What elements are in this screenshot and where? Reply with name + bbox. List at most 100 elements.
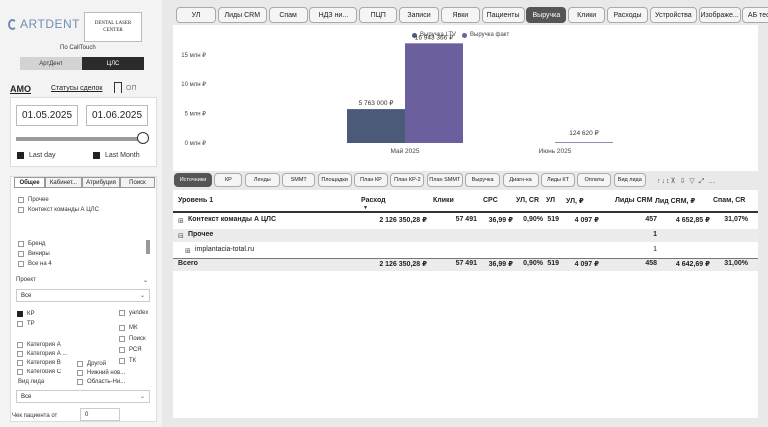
filter-checkbox[interactable] (77, 379, 83, 385)
sub-tab[interactable]: План КР (354, 173, 388, 187)
filter-checkbox[interactable] (77, 361, 83, 367)
sub-tab[interactable]: SMMT (282, 173, 316, 187)
bar-fact[interactable] (405, 43, 463, 143)
bar-fact[interactable] (555, 142, 613, 143)
table-row[interactable] (173, 229, 758, 242)
top-tab[interactable]: Пациенты (481, 7, 525, 23)
top-tab[interactable]: Лиды CRM (217, 7, 267, 23)
y-tick-label: 0 млн ₽ (185, 140, 207, 147)
table-cell: 31,00% (724, 260, 748, 267)
segment-cls[interactable]: ЦЛС (82, 57, 144, 70)
top-tab[interactable]: Расходы (607, 7, 648, 23)
top-tab[interactable]: АБ тесты (742, 7, 768, 23)
top-tab[interactable]: НДЗ ни... (309, 7, 358, 23)
patient-check-input[interactable]: 0 (80, 408, 120, 421)
sub-tab[interactable]: Выручка (465, 173, 501, 187)
filter-checkbox[interactable] (17, 369, 23, 375)
filter-item-label: ТР (27, 321, 35, 327)
chevron-down-icon[interactable]: ⌄ (143, 277, 148, 284)
column-header[interactable]: Спам, CR (713, 197, 745, 204)
legend-ltv-swatch (412, 32, 417, 38)
deal-status-link[interactable]: Статусы сделок (51, 85, 102, 92)
y-tick-label: 5 млн ₽ (185, 111, 207, 118)
bookmark-icon[interactable] (114, 82, 122, 93)
column-header[interactable]: Лид CRM, ₽ (655, 197, 695, 205)
top-tab[interactable]: Устройства (649, 7, 697, 23)
amo-link[interactable]: АМО (10, 84, 31, 94)
column-header[interactable]: УЛ (546, 197, 555, 204)
filter-checkbox[interactable] (18, 197, 24, 203)
legend-fact[interactable]: Выручка факт (470, 32, 509, 38)
sub-tab[interactable]: Площадки (317, 173, 352, 187)
filter-checkbox[interactable] (18, 251, 24, 257)
filter-checkbox[interactable] (18, 241, 24, 247)
lead-type-select[interactable]: Все ⌄ (16, 390, 150, 403)
last-day-checkbox[interactable] (17, 152, 24, 159)
top-tab[interactable]: УЛ (176, 7, 216, 23)
filter-tab-search[interactable]: Поиск (120, 177, 155, 188)
filter-tab-general[interactable]: Общее (14, 177, 45, 188)
sub-tab[interactable]: Источники (174, 173, 212, 187)
top-tab[interactable]: Изображе... (698, 7, 741, 23)
table-cell: 1 (653, 231, 657, 238)
expand-icon[interactable]: ⊞ (178, 217, 184, 225)
x-tick-label: Июнь 2025 (539, 148, 572, 155)
last-month-checkbox[interactable] (93, 152, 100, 159)
filter-checkbox[interactable] (17, 351, 23, 357)
filter-checkbox[interactable] (18, 261, 24, 267)
column-header[interactable]: Уровень 1 (178, 197, 213, 204)
sub-tab[interactable]: План SMMT (426, 173, 463, 187)
date-from-input[interactable]: 01.05.2025 (16, 105, 78, 126)
top-tab[interactable]: Выручка (526, 7, 567, 23)
visual-toolbar-icons[interactable]: ↑↓↕⊼ ⇩ ▽ ⤢ … (657, 177, 716, 186)
date-range-slider[interactable] (16, 137, 146, 141)
project-select[interactable]: Все ⌄ (16, 289, 150, 302)
sub-tab[interactable]: Диагн-ка (502, 173, 539, 187)
segment-artdent[interactable]: АртДент (20, 57, 82, 70)
expand-icon[interactable]: ⊞ (185, 247, 191, 255)
y-tick-label: 10 млн ₽ (181, 81, 206, 88)
filter-checkbox[interactable] (119, 310, 125, 316)
filter-checkbox[interactable] (18, 207, 24, 213)
filter-checkbox[interactable] (119, 358, 125, 364)
lead-type-label: Вид лида (18, 379, 45, 385)
filter-checkbox[interactable] (17, 311, 23, 317)
table-row[interactable] (173, 244, 758, 257)
legend-ltv[interactable]: Выручка LTV (420, 32, 456, 38)
sub-tab[interactable]: Лиды КТ (541, 173, 575, 187)
filter-checkbox[interactable] (17, 342, 23, 348)
filter-list-scrollbar[interactable] (146, 240, 150, 254)
column-header[interactable]: Клики (433, 197, 454, 204)
segment-cls-label: ЦЛС (106, 60, 120, 67)
date-to-input[interactable]: 01.06.2025 (86, 105, 148, 126)
bar-ltv[interactable] (347, 109, 405, 143)
top-tab[interactable]: Записи (399, 7, 439, 23)
top-tab[interactable]: Явки (440, 7, 480, 23)
filter-checkbox[interactable] (17, 321, 23, 327)
sub-tab[interactable]: КР (214, 173, 243, 187)
slider-handle[interactable] (137, 132, 149, 144)
column-header[interactable]: УЛ, ₽ (566, 197, 584, 205)
sub-tab[interactable]: План КР-2 (390, 173, 425, 187)
filter-item-label: РСЯ (129, 347, 142, 353)
collapse-icon[interactable]: ⊟ (178, 232, 184, 240)
top-tab[interactable]: ПЦП (359, 7, 398, 23)
filter-tab-attribution[interactable]: Атрибуция (82, 177, 120, 188)
filter-checkbox[interactable] (119, 336, 125, 342)
column-header[interactable]: Лиды CRM (615, 197, 653, 204)
column-header[interactable]: УЛ, CR (516, 197, 539, 204)
sub-tab[interactable]: Ленды (244, 173, 280, 187)
filter-tab-cabinet[interactable]: Кабинет... (45, 177, 82, 188)
op-link[interactable]: ОП (126, 85, 136, 92)
column-header[interactable]: Расход (361, 197, 386, 204)
filter-checkbox[interactable] (119, 347, 125, 353)
filter-checkbox[interactable] (77, 370, 83, 376)
sub-tab[interactable]: Вид лида (613, 173, 646, 187)
sub-tab[interactable]: Оплаты (577, 173, 612, 187)
column-header[interactable]: CPC (483, 197, 498, 204)
top-tab[interactable]: Спам (268, 7, 308, 23)
filter-item-label: Прочее (28, 197, 49, 203)
filter-checkbox[interactable] (17, 360, 23, 366)
filter-checkbox[interactable] (119, 325, 125, 331)
top-tab[interactable]: Клики (568, 7, 606, 23)
